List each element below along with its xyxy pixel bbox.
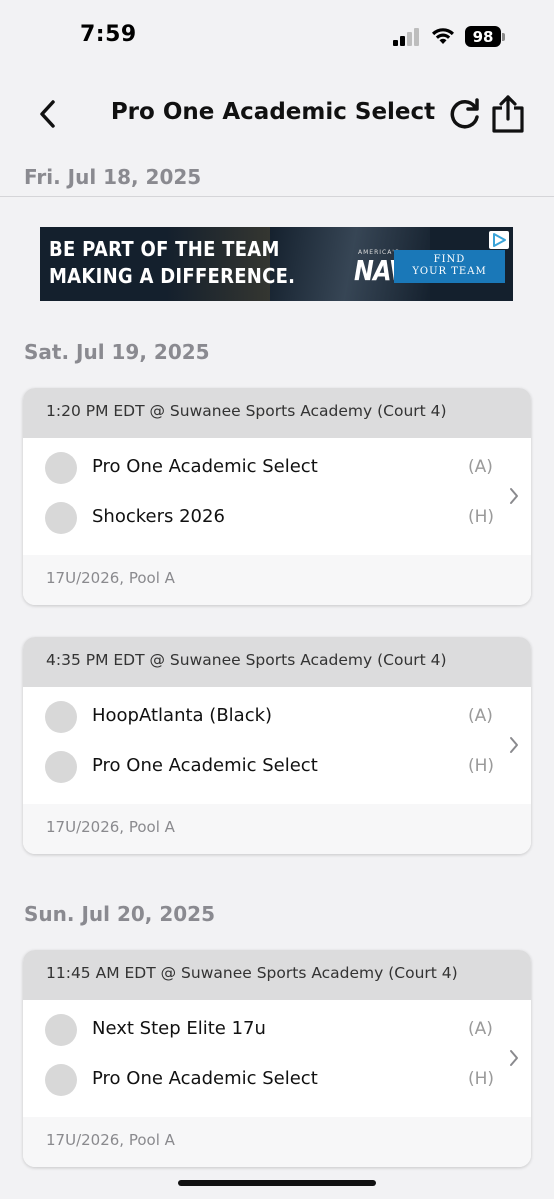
team-side-label: (H): [468, 756, 495, 776]
cellular-signal-icon: [393, 28, 419, 46]
team-logo-placeholder: [45, 1064, 77, 1096]
team-row: Pro One Academic Select (H): [23, 743, 531, 793]
chevron-right-icon: [510, 1050, 518, 1066]
team-row: Shockers 2026 (H): [23, 494, 531, 544]
wifi-icon: [432, 28, 454, 44]
home-indicator[interactable]: [178, 1180, 376, 1186]
page-title: Pro One Academic Select: [110, 99, 436, 125]
team-name: HoopAtlanta (Black): [92, 705, 273, 726]
divider: [0, 196, 554, 197]
team-name: Shockers 2026: [92, 506, 225, 527]
refresh-button[interactable]: [446, 96, 482, 132]
chevron-right-icon: [510, 737, 518, 753]
team-logo-placeholder: [45, 502, 77, 534]
team-name: Pro One Academic Select: [92, 1068, 318, 1089]
team-logo-placeholder: [45, 1014, 77, 1046]
team-name: Next Step Elite 17u: [92, 1018, 266, 1039]
status-bar: 7:59 98: [0, 0, 554, 75]
date-header: Sun. Jul 20, 2025: [24, 902, 215, 926]
team-row: Pro One Academic Select (H): [23, 1056, 531, 1106]
share-button[interactable]: [490, 94, 526, 134]
team-name: Pro One Academic Select: [92, 456, 318, 477]
team-side-label: (A): [468, 457, 493, 477]
team-logo-placeholder: [45, 701, 77, 733]
team-logo-placeholder: [45, 452, 77, 484]
ad-headline-line1: BE PART OF THE TEAM: [49, 237, 280, 261]
ad-cta-line2: YOUR TEAM: [412, 266, 487, 277]
game-time-location: 4:35 PM EDT @ Suwanee Sports Academy (Co…: [23, 637, 531, 687]
game-card[interactable]: 1:20 PM EDT @ Suwanee Sports Academy (Co…: [23, 388, 531, 605]
nav-bar: Pro One Academic Select: [0, 82, 554, 146]
ad-headline-line2: MAKING A DIFFERENCE.: [49, 264, 296, 288]
game-card[interactable]: 11:45 AM EDT @ Suwanee Sports Academy (C…: [23, 950, 531, 1167]
team-side-label: (H): [468, 1069, 495, 1089]
ad-cta-line1: FIND: [433, 254, 466, 265]
game-time-location: 1:20 PM EDT @ Suwanee Sports Academy (Co…: [23, 388, 531, 438]
ad-headline: BE PART OF THE TEAM MAKING A DIFFERENCE.: [49, 236, 295, 290]
back-button[interactable]: [30, 94, 66, 134]
division-pool: 17U/2026, Pool A: [23, 1117, 531, 1167]
status-time: 7:59: [80, 22, 137, 47]
ad-banner[interactable]: BE PART OF THE TEAM MAKING A DIFFERENCE.…: [40, 227, 513, 301]
team-name: Pro One Academic Select: [92, 755, 318, 776]
team-side-label: (H): [468, 507, 495, 527]
team-side-label: (A): [468, 706, 493, 726]
battery-indicator: 98: [465, 26, 501, 47]
division-pool: 17U/2026, Pool A: [23, 555, 531, 605]
team-side-label: (A): [468, 1019, 493, 1039]
division-pool: 17U/2026, Pool A: [23, 804, 531, 854]
game-card[interactable]: 4:35 PM EDT @ Suwanee Sports Academy (Co…: [23, 637, 531, 854]
ad-cta-button[interactable]: FIND YOUR TEAM: [394, 250, 505, 283]
team-row: Pro One Academic Select (A): [23, 444, 531, 494]
battery-level: 98: [472, 27, 494, 46]
battery-nub: [502, 33, 505, 41]
ad-choices-icon[interactable]: [489, 231, 509, 249]
game-time-location: 11:45 AM EDT @ Suwanee Sports Academy (C…: [23, 950, 531, 1000]
team-logo-placeholder: [45, 751, 77, 783]
date-header: Sat. Jul 19, 2025: [24, 340, 210, 364]
team-row: Next Step Elite 17u (A): [23, 1006, 531, 1056]
chevron-left-icon: [40, 100, 55, 128]
date-header: Fri. Jul 18, 2025: [24, 165, 202, 189]
chevron-right-icon: [510, 488, 518, 504]
team-row: HoopAtlanta (Black) (A): [23, 693, 531, 743]
